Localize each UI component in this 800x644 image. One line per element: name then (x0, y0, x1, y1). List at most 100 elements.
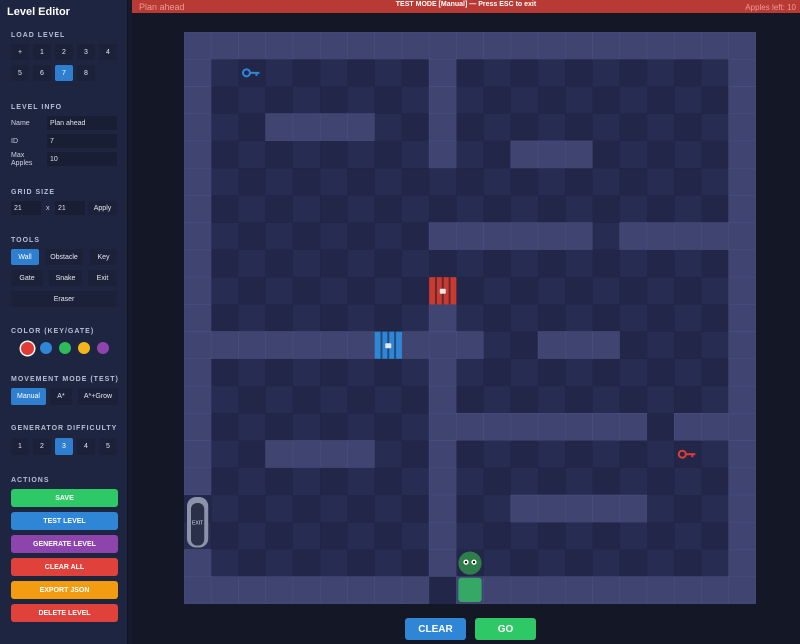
id-field[interactable]: 7 (47, 134, 117, 148)
wall-tile (728, 222, 756, 251)
wall-tile (728, 576, 756, 604)
tool-gate[interactable]: Gate (11, 270, 43, 286)
difficulty-3[interactable]: 3 (55, 438, 73, 455)
color-swatch[interactable] (78, 342, 90, 354)
floor-tile (292, 222, 321, 250)
movement-manual[interactable]: Manual (11, 388, 46, 405)
level-button-5[interactable]: 5 (11, 65, 29, 81)
tool-obstacle[interactable]: Obstacle (45, 249, 83, 265)
grid-height-field[interactable]: 21 (55, 201, 85, 215)
floor-tile (374, 467, 402, 496)
clear-all-button[interactable]: CLEAR ALL (11, 558, 118, 576)
floor-tile (483, 140, 511, 169)
wall-tile (673, 413, 702, 441)
wall-tile (347, 440, 375, 469)
grid-width-field[interactable]: 21 (11, 201, 41, 215)
floor-tile (238, 386, 266, 414)
floor-tile (619, 331, 648, 359)
level-button-4[interactable]: 4 (99, 44, 117, 60)
tool-wall[interactable]: Wall (11, 249, 39, 265)
level-button-3[interactable]: 3 (77, 44, 95, 60)
tool-exit[interactable]: Exit (88, 270, 117, 286)
level-button-1[interactable]: 1 (33, 44, 51, 60)
wall-tile (483, 413, 512, 441)
movement-a-grow[interactable]: A*+Grow (78, 388, 118, 405)
color-swatch[interactable] (59, 342, 71, 354)
floor-tile (647, 495, 675, 523)
test-level-button[interactable]: TEST LEVEL (11, 512, 118, 530)
wall-tile (646, 576, 675, 604)
add-level-button[interactable]: + (11, 44, 29, 60)
floor-tile (238, 195, 266, 223)
floor-tile (347, 413, 375, 441)
game-board[interactable]: EXIT (184, 32, 756, 604)
color-swatch[interactable] (21, 342, 34, 355)
level-button-7[interactable]: 7 (55, 65, 73, 81)
wall-tile (292, 32, 321, 60)
color-swatch[interactable] (97, 342, 109, 354)
difficulty-1[interactable]: 1 (11, 438, 29, 455)
wall-tile (510, 140, 539, 169)
level-button-2[interactable]: 2 (55, 44, 73, 60)
difficulty-4[interactable]: 4 (77, 438, 95, 455)
floor-tile (211, 168, 239, 196)
name-field[interactable]: Plan ahead (47, 116, 117, 130)
floor-tile (401, 386, 430, 414)
grid-separator: x (46, 205, 50, 212)
floor-tile (401, 440, 430, 468)
tool-eraser[interactable]: Eraser (11, 291, 117, 307)
floor-tile (265, 249, 293, 278)
save-button[interactable]: SAVE (11, 489, 118, 507)
difficulty-5[interactable]: 5 (99, 438, 117, 455)
floor-tile (565, 195, 593, 223)
generate-level-button[interactable]: GENERATE LEVEL (11, 535, 118, 553)
floor-tile (701, 495, 729, 523)
floor-tile (483, 358, 511, 387)
sidebar: Level Editor LOAD LEVEL +1 2 3 4 5 6 7 8 LEVEL … (0, 0, 128, 644)
tool-key[interactable]: Key (90, 249, 117, 265)
wall-tile (401, 576, 430, 604)
wall-tile (184, 549, 212, 578)
floor-tile (401, 249, 430, 278)
wall-tile (238, 331, 267, 360)
movement-a-[interactable]: A* (50, 388, 72, 405)
wall-tile (728, 195, 756, 223)
export-json-button[interactable]: EXPORT JSON (11, 581, 118, 599)
wall-tile (292, 331, 321, 360)
floor-tile (320, 358, 348, 387)
level-button-8[interactable]: 8 (77, 65, 95, 81)
wall-tile (510, 413, 539, 441)
floor-tile (320, 86, 348, 114)
floor-tile (265, 549, 293, 577)
difficulty-2[interactable]: 2 (33, 438, 51, 455)
wall-tile (537, 140, 566, 169)
floor-tile (347, 358, 375, 387)
wall-tile (701, 576, 730, 604)
color-swatch[interactable] (40, 342, 52, 354)
floor-tile (538, 249, 566, 278)
floor-tile (401, 113, 430, 141)
floor-tile (347, 495, 375, 523)
floor-tile (510, 195, 539, 223)
go-button[interactable]: GO (475, 618, 536, 640)
floor-tile (292, 277, 321, 305)
tool-snake[interactable]: Snake (49, 270, 82, 286)
floor-tile (320, 59, 348, 87)
delete-level-button[interactable]: DELETE LEVEL (11, 604, 118, 622)
wall-tile (374, 576, 403, 604)
level-button-6[interactable]: 6 (33, 65, 51, 81)
floor-tile (510, 549, 539, 577)
floor-tile (701, 522, 729, 550)
apply-grid-button[interactable]: Apply (88, 201, 117, 215)
wall-tile (184, 331, 212, 360)
floor-tile (347, 277, 375, 305)
clear-button[interactable]: CLEAR (405, 618, 466, 640)
floor-tile (674, 113, 702, 141)
wall-tile (728, 58, 756, 87)
floor-tile (592, 195, 620, 223)
wall-tile (210, 32, 239, 60)
floor-tile (374, 222, 402, 250)
floor-tile (538, 522, 566, 550)
floor-tile (674, 304, 702, 332)
max-apples-field[interactable]: 10 (47, 152, 117, 166)
